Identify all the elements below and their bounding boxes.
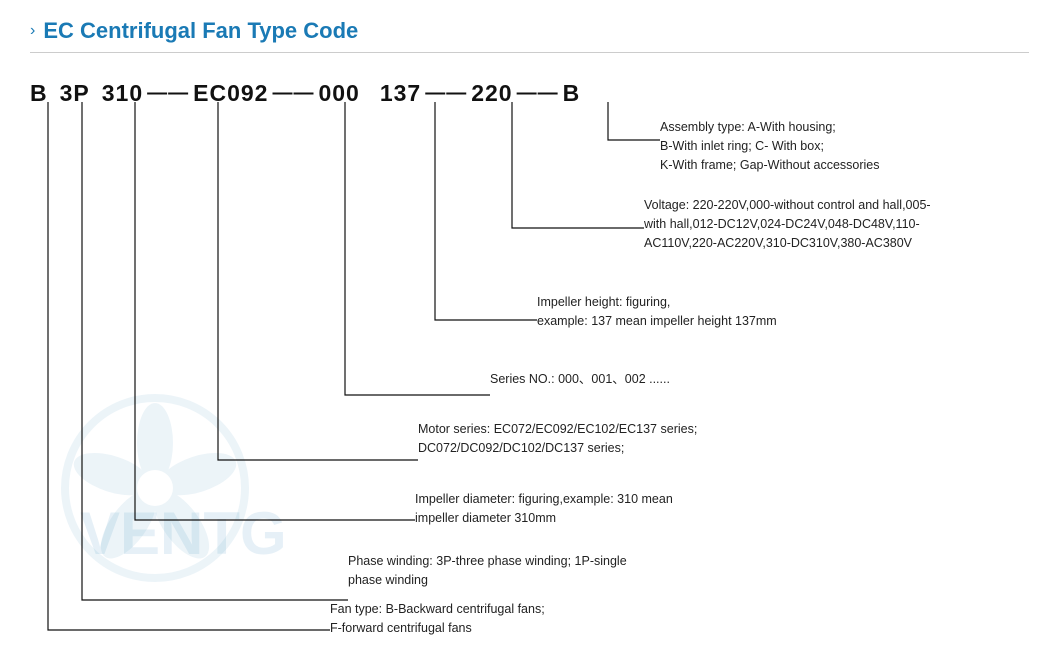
desc-motor: Motor series: EC072/EC092/EC102/EC137 se… xyxy=(418,420,697,458)
code-ec092: EC092 xyxy=(193,80,268,107)
desc-assembly: Assembly type: A-With housing; B-With in… xyxy=(660,118,880,174)
code-3p: 3P xyxy=(60,80,90,107)
desc-fan-type: Fan type: B-Backward centrifugal fans; F… xyxy=(330,600,545,638)
desc-impeller-height: Impeller height: figuring, example: 137 … xyxy=(537,293,777,331)
page-title: EC Centrifugal Fan Type Code xyxy=(43,18,358,44)
desc-phase: Phase winding: 3P-three phase winding; 1… xyxy=(348,552,627,590)
code-dash7: —— xyxy=(517,82,559,105)
desc-series: Series NO.: 000、001、002 ...... xyxy=(490,370,670,389)
desc-impeller-dia: Impeller diameter: figuring,example: 310… xyxy=(415,490,673,528)
code-dash4: —— xyxy=(272,82,314,105)
type-code-row: B 3P 310 —— EC092 —— 000 137 —— 220 —— B xyxy=(30,80,580,107)
title-arrow: › xyxy=(30,22,35,40)
watermark-text: VENTG xyxy=(80,499,287,568)
code-220: 220 xyxy=(471,80,512,107)
page: › EC Centrifugal Fan Type Code VENTG xyxy=(0,0,1059,668)
title-row: › EC Centrifugal Fan Type Code xyxy=(30,18,1029,53)
code-b2: B xyxy=(563,80,581,107)
code-dash3: —— xyxy=(147,82,189,105)
code-310: 310 xyxy=(102,80,143,107)
code-dash6: —— xyxy=(425,82,467,105)
code-137: 137 xyxy=(380,80,421,107)
code-000: 000 xyxy=(318,80,359,107)
code-b: B xyxy=(30,80,48,107)
desc-voltage: Voltage: 220-220V,000-without control an… xyxy=(644,196,931,252)
